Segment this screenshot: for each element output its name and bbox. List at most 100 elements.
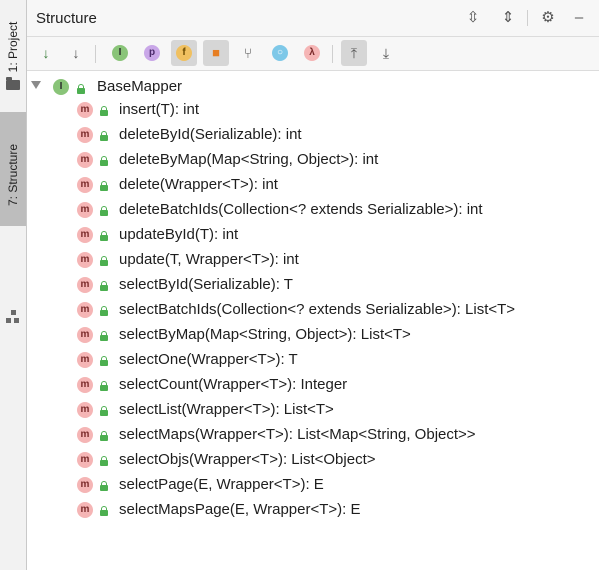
lock-icon: [100, 381, 108, 391]
lock-icon: [100, 331, 108, 341]
lock-icon: [100, 131, 108, 141]
lock-icon: [100, 456, 108, 466]
method-icon: m: [77, 402, 93, 418]
tree-method-node[interactable]: m selectOne(Wrapper<T>): T: [27, 349, 587, 371]
method-label: selectObjs(Wrapper<T>): List<Object>: [119, 451, 376, 468]
lock-icon: [100, 256, 108, 266]
sort-alphabetically-button[interactable]: ↓: [63, 40, 89, 66]
method-icon: m: [77, 277, 93, 293]
tree-method-node[interactable]: m delete(Wrapper<T>): int: [27, 174, 587, 196]
method-label: selectByMap(Map<String, Object>): List<T…: [119, 326, 411, 343]
method-label: deleteBatchIds(Collection<? extends Seri…: [119, 201, 483, 218]
sort-by-visibility-icon: ↓: [42, 45, 50, 61]
show-fields-button[interactable]: f: [171, 40, 197, 66]
method-label: updateById(T): int: [119, 226, 239, 243]
tree-method-node[interactable]: m selectMapsPage(E, Wrapper<T>): E: [27, 499, 587, 521]
method-icon: m: [77, 477, 93, 493]
method-icon: m: [77, 377, 93, 393]
method-icon: m: [77, 177, 93, 193]
tree-method-node[interactable]: m selectMaps(Wrapper<T>): List<Map<String…: [27, 424, 587, 446]
show-inherited-button[interactable]: I: [107, 40, 133, 66]
method-icon: m: [77, 202, 93, 218]
method-icon: m: [77, 327, 93, 343]
gear-icon[interactable]: ⚙: [539, 9, 557, 27]
structure-panel-header: Structure ⇳ ⇕ ⚙ –: [27, 0, 599, 37]
show-inherited-icon: I: [112, 45, 128, 61]
show-lambdas-button[interactable]: ⑂: [235, 40, 261, 66]
show-lambda-button[interactable]: λ: [299, 40, 325, 66]
show-anonymous-button[interactable]: ○: [267, 40, 293, 66]
method-label: selectMapsPage(E, Wrapper<T>): E: [119, 501, 361, 518]
method-icon: m: [77, 227, 93, 243]
tree-method-node[interactable]: m deleteBatchIds(Collection<? extends Ser…: [27, 199, 587, 221]
method-label: selectOne(Wrapper<T>): T: [119, 351, 298, 368]
method-label: selectList(Wrapper<T>): List<T>: [119, 401, 334, 418]
method-label: selectById(Serializable): T: [119, 276, 293, 293]
tree-method-node[interactable]: m deleteByMap(Map<String, Object>): int: [27, 149, 587, 171]
method-icon: m: [77, 427, 93, 443]
tree-method-node[interactable]: m selectList(Wrapper<T>): List<T>: [27, 399, 587, 421]
lock-icon: ■: [212, 45, 220, 60]
lock-icon: [100, 156, 108, 166]
project-tool-tab[interactable]: 1: Project: [0, 0, 26, 100]
branch-icon: ⑂: [243, 45, 253, 61]
lock-icon: [100, 106, 108, 116]
tree-method-node[interactable]: m updateById(T): int: [27, 224, 587, 246]
method-icon: m: [77, 352, 93, 368]
tree-method-node[interactable]: m update(T, Wrapper<T>): int: [27, 249, 587, 271]
lock-icon: [100, 181, 108, 191]
tree-method-node[interactable]: m selectById(Serializable): T: [27, 274, 587, 296]
lock-icon: [100, 431, 108, 441]
tree-method-node[interactable]: m selectCount(Wrapper<T>): Integer: [27, 374, 587, 396]
autoscroll-to-source-icon: ⤒: [350, 45, 358, 61]
show-fields-icon: f: [176, 45, 192, 61]
tree-method-node[interactable]: m selectByMap(Map<String, Object>): List<…: [27, 324, 587, 346]
autoscroll-from-source-button[interactable]: ⤓: [373, 40, 399, 66]
method-icon: m: [77, 127, 93, 143]
method-label: selectMaps(Wrapper<T>): List<Map<String,…: [119, 426, 476, 443]
lock-icon: [100, 231, 108, 241]
sort-by-visibility-button[interactable]: ↓: [33, 40, 59, 66]
method-label: deleteById(Serializable): int: [119, 126, 302, 143]
method-label: insert(T): int: [119, 101, 200, 118]
tree-method-node[interactable]: m deleteById(Serializable): int: [27, 124, 587, 146]
method-icon: m: [77, 302, 93, 318]
autoscroll-to-source-button[interactable]: ⤒: [341, 40, 367, 66]
collapse-all-icon[interactable]: ⇕: [499, 9, 517, 27]
autoscroll-from-source-icon: ⤓: [382, 45, 390, 61]
tree-method-node[interactable]: m insert(T): int: [27, 99, 587, 121]
method-label: selectPage(E, Wrapper<T>): E: [119, 476, 324, 493]
method-label: update(T, Wrapper<T>): int: [119, 251, 299, 268]
expand-arrow-icon[interactable]: [31, 81, 41, 89]
method-icon: m: [77, 252, 93, 268]
method-icon: m: [77, 152, 93, 168]
structure-tree: I BaseMapper m insert(T): int m deleteById(…: [27, 71, 599, 570]
folder-icon: [6, 77, 20, 90]
show-non-public-button[interactable]: ■: [203, 40, 229, 66]
tree-method-node[interactable]: m selectPage(E, Wrapper<T>): E: [27, 474, 587, 496]
minimize-icon[interactable]: –: [570, 9, 588, 27]
lock-icon: [77, 84, 85, 94]
lock-icon: [100, 481, 108, 491]
expand-all-icon[interactable]: ⇳: [464, 9, 482, 27]
toolbar-separator: [332, 45, 333, 63]
show-properties-icon: p: [144, 45, 160, 61]
structure-tab-label: 7: Structure: [6, 143, 20, 207]
structure-toolbar: ↓ ↓ I p f ■ ⑂ ○ λ ⤒ ⤓: [27, 37, 599, 71]
lambda-icon: λ: [304, 45, 320, 61]
method-label: delete(Wrapper<T>): int: [119, 176, 278, 193]
structure-tool-tab[interactable]: 7: Structure: [0, 112, 26, 323]
tree-method-node[interactable]: m selectBatchIds(Collection<? extends Ser…: [27, 299, 587, 321]
header-separator: [527, 10, 528, 26]
show-properties-button[interactable]: p: [139, 40, 165, 66]
method-label: selectCount(Wrapper<T>): Integer: [119, 376, 348, 393]
method-label: selectBatchIds(Collection<? extends Seri…: [119, 301, 516, 318]
lock-icon: [100, 506, 108, 516]
anonymous-class-icon: ○: [272, 45, 288, 61]
method-label: deleteByMap(Map<String, Object>): int: [119, 151, 379, 168]
interface-icon: I: [53, 79, 69, 95]
panel-title: Structure: [36, 10, 97, 27]
lock-icon: [100, 206, 108, 216]
tree-method-node[interactable]: m selectObjs(Wrapper<T>): List<Object>: [27, 449, 587, 471]
project-tab-label: 1: Project: [6, 21, 20, 73]
